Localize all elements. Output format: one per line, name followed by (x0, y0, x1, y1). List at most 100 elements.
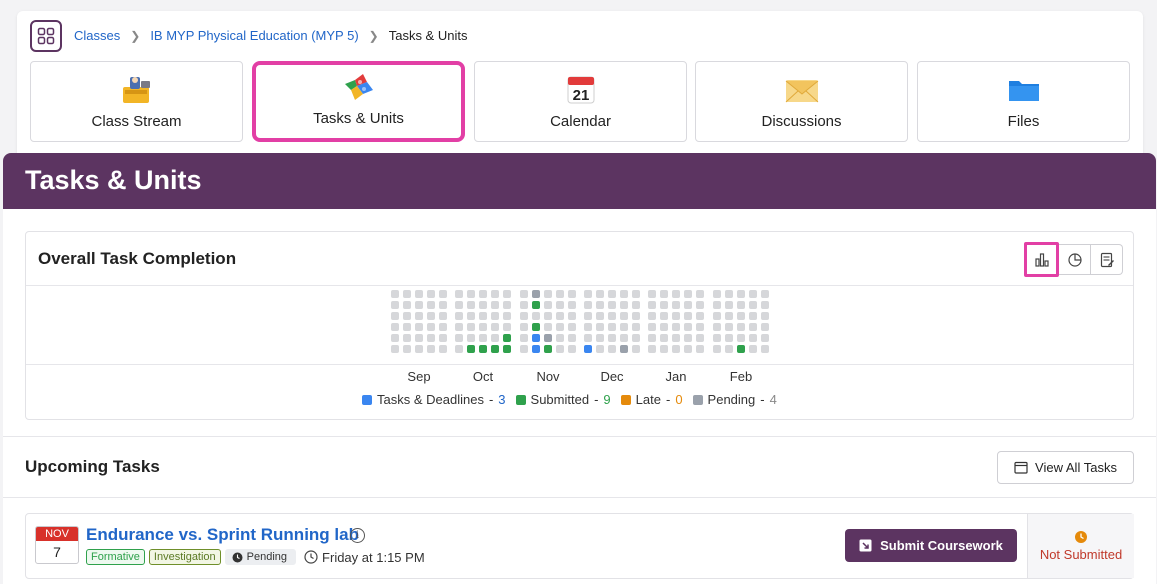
day-cell (761, 334, 769, 342)
month-label: Oct (472, 369, 494, 384)
day-cell (403, 323, 411, 331)
day-cell (415, 301, 423, 309)
tile-discussions[interactable]: Discussions (695, 61, 908, 142)
day-cell-submitted[interactable] (503, 345, 511, 353)
day-cell-submitted[interactable] (479, 345, 487, 353)
task-due: Friday at 1:15 PM (304, 550, 425, 565)
day-cell (749, 334, 757, 342)
day-cell (725, 345, 733, 353)
day-cell (749, 312, 757, 320)
day-cell (672, 345, 680, 353)
day-cell (584, 290, 592, 298)
day-cell-submitted[interactable] (491, 345, 499, 353)
tile-label: Discussions (761, 113, 842, 130)
day-cell (467, 290, 475, 298)
apps-grid-button[interactable] (30, 20, 62, 52)
day-cell (556, 301, 564, 309)
day-cell-submitted[interactable] (532, 301, 540, 309)
day-cell (427, 312, 435, 320)
tile-label: Files (1007, 113, 1040, 130)
submission-status-text: Not Submitted (1039, 547, 1123, 562)
day-cell-submitted[interactable] (737, 345, 745, 353)
day-cell (503, 301, 511, 309)
tile-class-stream[interactable]: Class Stream (30, 61, 243, 142)
day-cell (761, 323, 769, 331)
day-cell (648, 312, 656, 320)
bar-chart-icon (1034, 252, 1049, 267)
day-cell (467, 334, 475, 342)
day-cell-deadline[interactable] (584, 345, 592, 353)
day-cell-submitted[interactable] (467, 345, 475, 353)
day-cell-pending[interactable] (532, 290, 540, 298)
day-cell (620, 323, 628, 331)
day-cell (391, 290, 399, 298)
day-cell (427, 334, 435, 342)
report-view-button[interactable] (1091, 244, 1123, 275)
breadcrumb-classes[interactable]: Classes (74, 28, 120, 43)
day-cell (520, 323, 528, 331)
tile-calendar[interactable]: 21 Calendar (474, 61, 687, 142)
submit-coursework-button[interactable]: Submit Coursework (845, 529, 1017, 562)
submit-label: Submit Coursework (880, 538, 1003, 553)
day-cell (596, 345, 604, 353)
day-cell (520, 312, 528, 320)
day-cell (520, 301, 528, 309)
day-cell (467, 312, 475, 320)
bar-chart-view-button[interactable] (1024, 242, 1059, 277)
page-title: Tasks & Units (3, 153, 1156, 209)
day-cell (479, 301, 487, 309)
day-cell-deadline[interactable] (532, 334, 540, 342)
legend-count: 4 (769, 392, 777, 407)
day-cell (648, 301, 656, 309)
day-cell (725, 301, 733, 309)
legend-swatch (692, 394, 703, 405)
day-cell (596, 312, 604, 320)
completion-title: Overall Task Completion (38, 249, 237, 268)
day-cell (648, 334, 656, 342)
day-cell-deadline[interactable] (532, 345, 540, 353)
day-cell (556, 312, 564, 320)
month-grid-jan (648, 290, 704, 353)
task-tags: Formative Investigation Pending Friday a… (86, 549, 425, 565)
day-cell-pending[interactable] (544, 334, 552, 342)
day-cell (620, 334, 628, 342)
day-cell-submitted[interactable] (503, 334, 511, 342)
day-cell (713, 323, 721, 331)
legend-count: 3 (498, 392, 506, 407)
day-cell-pending[interactable] (620, 345, 628, 353)
pie-chart-view-button[interactable] (1059, 244, 1091, 275)
day-cell (713, 290, 721, 298)
legend-count: 9 (603, 392, 611, 407)
breadcrumb-class[interactable]: IB MYP Physical Education (MYP 5) (150, 28, 358, 43)
day-cell (568, 312, 576, 320)
day-cell (648, 323, 656, 331)
tag-formative: Formative (86, 549, 145, 565)
view-all-label: View All Tasks (1035, 460, 1117, 475)
day-cell (427, 290, 435, 298)
day-cell (479, 334, 487, 342)
tile-tasks-units[interactable]: Tasks & Units (252, 61, 465, 142)
day-cell (684, 290, 692, 298)
day-cell (415, 290, 423, 298)
day-cell (403, 345, 411, 353)
task-title-link[interactable]: Endurance vs. Sprint Running lab (86, 525, 359, 545)
day-cell (713, 345, 721, 353)
clock-icon (304, 550, 318, 564)
tile-files[interactable]: Files (917, 61, 1130, 142)
day-cell-submitted[interactable] (532, 323, 540, 331)
day-cell (556, 290, 564, 298)
month-grid-nov (520, 290, 576, 353)
day-cell (403, 312, 411, 320)
day-cell-submitted[interactable] (544, 345, 552, 353)
day-cell (660, 290, 668, 298)
day-cell (455, 345, 463, 353)
info-icon[interactable]: i (350, 528, 365, 543)
legend-label: Tasks & Deadlines (377, 392, 484, 407)
view-all-tasks-button[interactable]: View All Tasks (997, 451, 1134, 484)
day-cell (415, 312, 423, 320)
day-cell (608, 301, 616, 309)
day-cell (568, 323, 576, 331)
day-cell (556, 345, 564, 353)
day-cell (568, 290, 576, 298)
day-cell (696, 345, 704, 353)
